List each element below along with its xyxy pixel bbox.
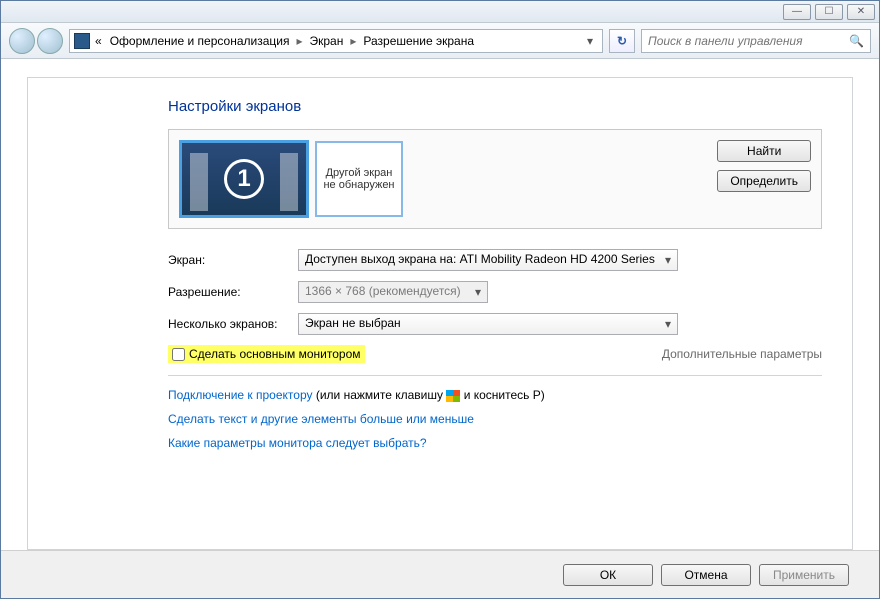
search-icon[interactable]: 🔍 [849, 34, 864, 48]
monitor-thumb-icon [190, 153, 208, 211]
ok-button[interactable]: ОК [563, 564, 653, 586]
preview-buttons: Найти Определить [717, 140, 811, 192]
identify-button[interactable]: Определить [717, 170, 811, 192]
minimize-button[interactable]: — [783, 4, 811, 20]
windows-key-icon [446, 390, 460, 402]
refresh-button[interactable]: ↻ [609, 29, 635, 53]
make-primary-input[interactable] [172, 348, 185, 361]
cancel-button[interactable]: Отмена [661, 564, 751, 586]
chevron-right-icon: ▸ [348, 34, 358, 48]
content-panel: Настройки экранов 1 Другой экран не обна… [27, 77, 853, 550]
which-settings-link[interactable]: Какие параметры монитора следует выбрать… [168, 436, 822, 450]
display-preview: 1 Другой экран не обнаружен Найти Опреде… [168, 129, 822, 229]
projector-link[interactable]: Подключение к проектору [168, 388, 313, 402]
screen-label: Экран: [168, 253, 298, 267]
address-dropdown-icon[interactable]: ▾ [582, 34, 598, 48]
resolution-select[interactable]: 1366 × 768 (рекомендуется) [298, 281, 488, 303]
projector-row: Подключение к проектору (или нажмите кла… [168, 388, 822, 402]
nav-back-forward [9, 28, 63, 54]
breadcrumb-prefix: « [92, 34, 105, 48]
primary-row: Сделать основным монитором Дополнительны… [168, 345, 822, 363]
navbar: « Оформление и персонализация ▸ Экран ▸ … [1, 23, 879, 59]
breadcrumb-item[interactable]: Оформление и персонализация [107, 34, 293, 48]
multi-select[interactable]: Экран не выбран [298, 313, 678, 335]
monitor-1[interactable]: 1 [179, 140, 309, 218]
advanced-settings-link[interactable]: Дополнительные параметры [662, 347, 822, 361]
forward-button[interactable] [37, 28, 63, 54]
make-primary-checkbox[interactable]: Сделать основным монитором [168, 345, 365, 363]
search-box[interactable]: 🔍 [641, 29, 871, 53]
titlebar: — ☐ ✕ [1, 1, 879, 23]
control-panel-icon [74, 33, 90, 49]
multi-label: Несколько экранов: [168, 317, 298, 331]
apply-button[interactable]: Применить [759, 564, 849, 586]
display-preview-area[interactable]: 1 Другой экран не обнаружен [179, 140, 403, 218]
search-input[interactable] [648, 34, 849, 48]
dialog-buttons: ОК Отмена Применить [1, 550, 879, 598]
page-title: Настройки экранов [168, 98, 822, 115]
back-button[interactable] [9, 28, 35, 54]
help-links: Подключение к проектору (или нажмите кла… [168, 388, 822, 450]
monitor-not-detected[interactable]: Другой экран не обнаружен [315, 141, 403, 217]
close-button[interactable]: ✕ [847, 4, 875, 20]
monitor-number: 1 [224, 159, 264, 199]
make-primary-label: Сделать основным монитором [189, 347, 361, 361]
breadcrumb-item[interactable]: Экран [306, 34, 346, 48]
breadcrumb-item[interactable]: Разрешение экрана [360, 34, 477, 48]
window: — ☐ ✕ « Оформление и персонализация ▸ Эк… [0, 0, 880, 599]
settings-form: Экран: Доступен выход экрана на: ATI Mob… [168, 249, 822, 335]
find-button[interactable]: Найти [717, 140, 811, 162]
content-outer: Настройки экранов 1 Другой экран не обна… [1, 59, 879, 550]
screen-select[interactable]: Доступен выход экрана на: ATI Mobility R… [298, 249, 678, 271]
chevron-right-icon: ▸ [294, 34, 304, 48]
address-bar[interactable]: « Оформление и персонализация ▸ Экран ▸ … [69, 29, 603, 53]
projector-hint-post: и коснитесь P) [464, 388, 545, 402]
projector-hint-pre: (или нажмите клавишу [316, 388, 447, 402]
maximize-button[interactable]: ☐ [815, 4, 843, 20]
divider [168, 375, 822, 376]
text-size-link[interactable]: Сделать текст и другие элементы больше и… [168, 412, 822, 426]
monitor-thumb-icon [280, 153, 298, 211]
resolution-label: Разрешение: [168, 285, 298, 299]
